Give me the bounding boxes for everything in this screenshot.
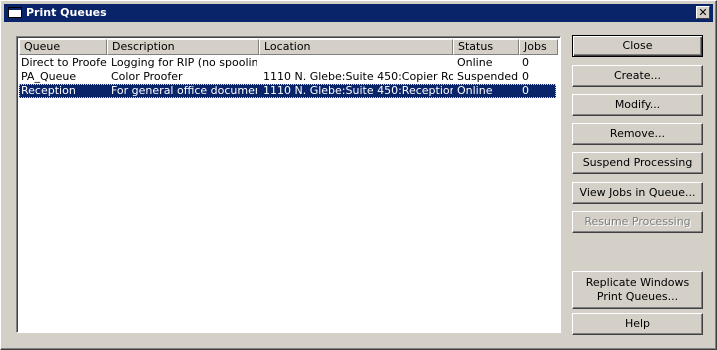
table-row[interactable]: Direct to Proofer Logging for RIP (no sp… <box>19 56 556 70</box>
replicate-label-line1: Replicate Windows <box>585 276 690 289</box>
column-header-queue[interactable]: Queue <box>19 39 107 55</box>
title-bar[interactable]: Print Queues ✕ <box>4 4 713 22</box>
queue-cell: Direct to Proofer <box>21 56 107 69</box>
list-header: Queue Description Location Status Jobs <box>19 39 558 55</box>
modify-button[interactable]: Modify... <box>572 94 703 116</box>
status-cell: Suspended <box>457 70 519 83</box>
window-title: Print Queues <box>26 6 107 19</box>
view-jobs-button[interactable]: View Jobs in Queue... <box>572 182 703 204</box>
window-icon <box>8 7 22 18</box>
print-queues-dialog: Print Queues ✕ Queue Description Locatio… <box>0 0 717 350</box>
remove-button[interactable]: Remove... <box>572 123 703 145</box>
description-cell: Color Proofer <box>111 70 183 83</box>
suspend-processing-button[interactable]: Suspend Processing <box>572 152 703 174</box>
help-button[interactable]: Help <box>572 313 703 335</box>
jobs-cell: 0 <box>522 70 529 83</box>
location-cell: 1110 N. Glebe:Suite 450:Reception <box>263 84 453 97</box>
close-button[interactable]: Close <box>572 35 703 57</box>
status-cell: Online <box>457 56 493 69</box>
replicate-label-line2: Print Queues... <box>596 290 679 303</box>
column-header-location[interactable]: Location <box>259 39 453 55</box>
jobs-cell: 0 <box>522 56 529 69</box>
location-cell <box>263 56 453 70</box>
table-row[interactable]: PA_Queue Color Proofer 1110 N. Glebe:Sui… <box>19 70 556 84</box>
location-cell: 1110 N. Glebe:Suite 450:Copier Room <box>263 70 453 83</box>
queue-list[interactable]: Queue Description Location Status Jobs D… <box>16 36 561 333</box>
resume-processing-button[interactable]: Resume Processing <box>572 211 703 233</box>
replicate-windows-queues-button[interactable]: Replicate Windows Print Queues... <box>572 271 703 309</box>
description-cell: For general office documents <box>111 84 257 97</box>
queue-cell: PA_Queue <box>21 70 77 83</box>
queue-cell: Reception <box>21 84 76 97</box>
column-header-status[interactable]: Status <box>453 39 519 55</box>
status-cell: Online <box>457 84 493 97</box>
jobs-cell: 0 <box>522 84 529 97</box>
table-row-selected[interactable]: Reception For general office documents 1… <box>19 84 556 98</box>
column-header-jobs[interactable]: Jobs <box>519 39 558 55</box>
create-button[interactable]: Create... <box>572 65 703 87</box>
close-icon[interactable]: ✕ <box>696 6 710 19</box>
column-header-description[interactable]: Description <box>107 39 259 55</box>
description-cell: Logging for RIP (no spooling) <box>111 56 257 69</box>
